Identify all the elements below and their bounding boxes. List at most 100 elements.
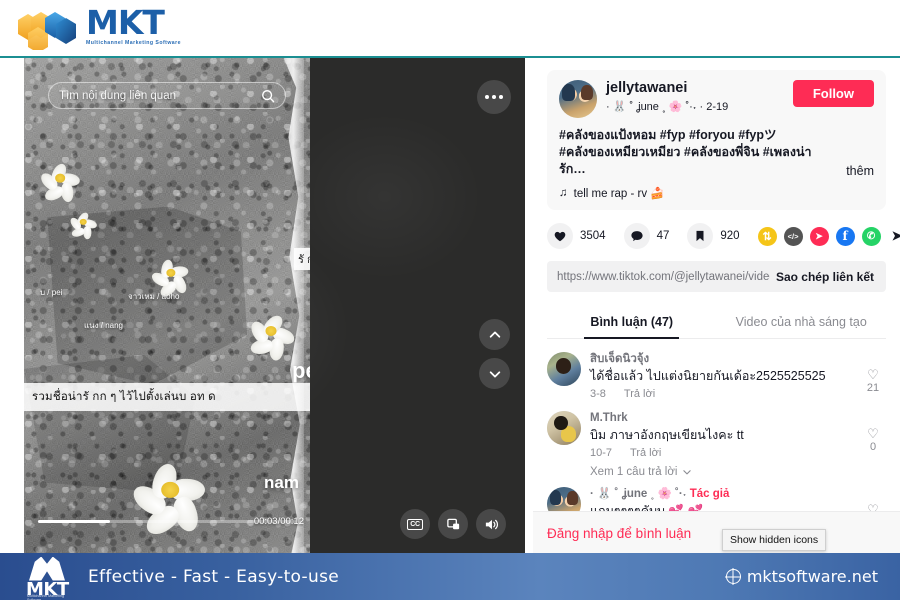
follow-button[interactable]: Follow [792, 80, 874, 107]
comment-text: แถมๆๆๆๆคับบ 💕 💕 [590, 504, 704, 511]
comment-author[interactable]: สิบเจ็ดนิวจุ้ง [590, 352, 851, 367]
comment-stat[interactable]: 47 [623, 223, 670, 249]
video-link-text[interactable]: https://www.tiktok.com/@jellytawanei/vid… [557, 271, 770, 283]
description-line-1[interactable]: #คลังของแป้งหอม #fyp #foryou #fypツ [559, 128, 776, 142]
picture-in-picture-icon [446, 518, 459, 529]
footer-logo-tagline: Multichannel Marketing Software [27, 593, 64, 600]
video-overlay-text-3: รั กก [294, 248, 310, 270]
share-arrow-icon[interactable]: ➤ [888, 227, 900, 246]
brand-header: MKT Multichannel Marketing Software [0, 0, 900, 56]
previous-video-button[interactable] [479, 319, 510, 350]
comment-icon [623, 223, 650, 249]
zalo-icon[interactable]: ➤ [809, 226, 829, 246]
globe-icon [725, 569, 741, 584]
post-description: #คลังของแป้งหอม #fyp #foryou #fypツ #คลัง… [559, 127, 838, 178]
comment-count: 47 [656, 230, 670, 242]
comment-author[interactable]: M.Thrk [590, 411, 851, 426]
engagement-stats: 3504 47 920 ⇅ </> ➤ f ✆ ➤ [547, 223, 900, 249]
heart-icon [547, 223, 573, 249]
video-caption: รวมชื่อน่ารั กก ๆ ไว้ไปตั้งเล่นบ อท ด [24, 383, 310, 411]
video-search-bar[interactable]: Tìm nội dung liên quan [48, 82, 286, 109]
mkt-logo-mark [14, 10, 80, 53]
comment-like-button[interactable]: ♡ 21 [860, 352, 886, 400]
bookmark-stat[interactable]: 920 [687, 223, 740, 249]
tab-creator-videos[interactable]: Video của nhà sáng tạo [717, 306, 887, 338]
comment-reply-button[interactable]: Trả lời [624, 388, 655, 400]
view-replies-button[interactable]: Xem 1 câu trả lời [590, 466, 886, 478]
like-stat[interactable]: 3504 [547, 223, 606, 249]
expand-description-link[interactable]: thêm [846, 164, 874, 178]
author-names: jellytawanei · 🐰 ˚ ʝune ˳ 🌸 ˚·˖ · 2-19 [606, 80, 784, 114]
description-line-2[interactable]: #คลังของเหมียวเหมียว #คลังของพี่จิน #เพล… [559, 145, 812, 176]
chevron-up-icon [489, 331, 500, 338]
view-replies-label: Xem 1 câu trả lời [590, 466, 678, 478]
heart-outline-icon: ♡ [867, 367, 879, 382]
brand-name: MKT [86, 3, 165, 42]
search-icon [262, 89, 275, 102]
comment-reply-button[interactable]: Trả lời [630, 447, 661, 459]
comments-list[interactable]: สิบเจ็ดนิวจุ้ง ได้ชื่อแล้ว ไปแต่งนิยายกั… [533, 339, 900, 511]
video-player[interactable]: บ / pei จาวเหม / aoho แนง / nang รั กก p… [24, 58, 310, 553]
comment-avatar[interactable] [547, 352, 581, 386]
video-search-placeholder: Tìm nội dung liên quan [59, 89, 176, 102]
video-overlay-text-1: จาวเหม / aoho [128, 292, 180, 301]
video-overlay-text-0: บ / pei [40, 288, 63, 297]
whatsapp-icon[interactable]: ✆ [861, 226, 881, 246]
comment-like-button[interactable]: ♡ 0 [860, 411, 886, 459]
bookmark-icon [687, 223, 714, 249]
footer-website: mktsoftware.net [746, 567, 878, 586]
panel-header: jellytawanei · 🐰 ˚ ʝune ˳ 🌸 ˚·˖ · 2-19 F… [533, 58, 900, 339]
chevron-down-icon [683, 470, 692, 475]
footer-logo: MKT Multichannel Marketing Software [22, 556, 72, 600]
comment-author[interactable]: · 🐰 ˚ ʝune ˳ 🌸 ˚·˖ Tác giả [590, 487, 851, 502]
comment-item-0: สิบเจ็ดนิวจุ้ง ได้ชื่อแล้ว ไปแต่งนิยายกั… [547, 343, 886, 402]
comment-body: · 🐰 ˚ ʝune ˳ 🌸 ˚·˖ Tác giả แถมๆๆๆๆคับบ 💕… [590, 487, 851, 511]
creator-badge: Tác giả [689, 488, 730, 500]
music-row[interactable]: ♫ tell me rap - rv 🍰 [559, 186, 874, 200]
facebook-icon[interactable]: f [835, 226, 855, 246]
video-overlay-text-2: แนง / nang [84, 321, 123, 330]
tab-comments[interactable]: Bình luận (47) [547, 306, 717, 339]
volume-icon [485, 519, 498, 529]
volume-button[interactable] [476, 509, 506, 539]
repost-icon[interactable]: ⇅ [757, 226, 777, 246]
chevron-down-icon [489, 370, 500, 377]
comment-like-button[interactable]: ♡ [860, 487, 886, 512]
more-options-icon [485, 95, 503, 99]
footer-website-group[interactable]: mktsoftware.net [725, 567, 878, 586]
next-video-button[interactable] [479, 358, 510, 389]
picture-in-picture-button[interactable] [438, 509, 468, 539]
video-stage[interactable]: บ / pei จาวเหม / aoho แนง / nang รั กก p… [24, 58, 525, 553]
author-username[interactable]: jellytawanei [606, 80, 784, 97]
brand-tagline: Multichannel Marketing Software [86, 40, 181, 46]
video-overlay-text-4: pe [292, 358, 310, 383]
comment-item-1: M.Thrk บิม ภาษาอังกฤษเขียนไงคะ tt 10-7 T… [547, 402, 886, 461]
flower-mid-top [149, 254, 192, 300]
info-panel: jellytawanei · 🐰 ˚ ʝune ˳ 🌸 ˚·˖ · 2-19 F… [533, 58, 900, 555]
comment-avatar[interactable] [547, 487, 581, 511]
captions-button[interactable]: CC [400, 509, 430, 539]
footer-slogan: Effective - Fast - Easy-to-use [88, 566, 339, 587]
comment-date: 10-7 [590, 447, 613, 459]
heart-outline-icon: ♡ [867, 426, 879, 441]
more-options-button[interactable] [477, 80, 511, 114]
description-row: #คลังของแป้งหอม #fyp #foryou #fypツ #คลัง… [559, 127, 874, 178]
video-overlay-text-5: nam [264, 473, 299, 492]
share-link-row: https://www.tiktok.com/@jellytawanei/vid… [547, 261, 886, 292]
footer-hexagon-icon [29, 556, 65, 581]
mkt-logo-text: MKT Multichannel Marketing Software [86, 3, 181, 50]
comment-like-count: 21 [866, 382, 880, 394]
comment-avatar[interactable] [547, 411, 581, 445]
copy-link-button[interactable]: Sao chép liên kết [770, 270, 880, 284]
music-note-icon: ♫ [559, 187, 568, 199]
author-avatar[interactable] [559, 80, 597, 118]
author-display-name: · 🐰 ˚ ʝune ˳ 🌸 ˚·˖ · 2-19 [606, 101, 729, 113]
embed-icon[interactable]: </> [783, 226, 803, 246]
video-timecode: 00:03/00:12 [253, 516, 304, 527]
footer-bar: MKT Multichannel Marketing Software Effe… [0, 553, 900, 600]
login-link[interactable]: Đăng nhập để bình luận [547, 526, 691, 541]
comment-like-count: 0 [869, 441, 877, 453]
heart-outline-icon: ♡ [867, 502, 879, 512]
panel-tabs: Bình luận (47) Video của nhà sáng tạo [547, 306, 886, 339]
mkt-logo: MKT Multichannel Marketing Software [14, 3, 181, 53]
